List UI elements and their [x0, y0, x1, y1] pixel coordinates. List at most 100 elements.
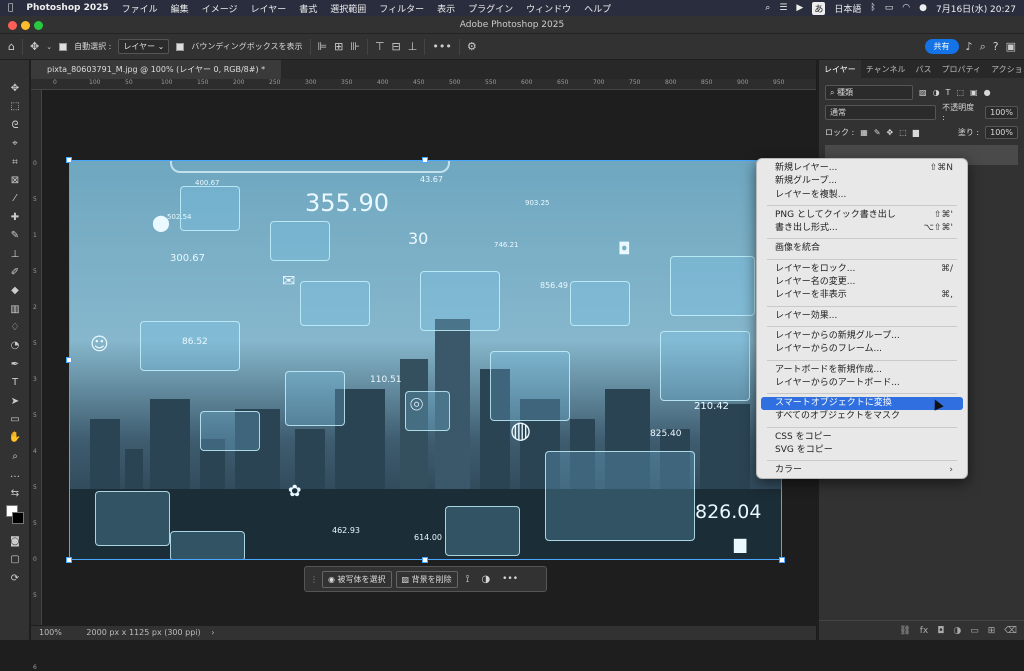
filter-smart-icon[interactable]: ▣	[970, 88, 978, 97]
context-menu-item[interactable]: すべてのオブジェクトをマスク	[761, 410, 963, 423]
share-button[interactable]: 共有	[924, 39, 959, 54]
search-icon[interactable]: ⌕	[765, 3, 770, 13]
drag-handle-icon[interactable]: ⋮	[310, 575, 318, 584]
search-icon[interactable]: ⌕	[980, 40, 986, 54]
transform-handle[interactable]	[422, 557, 428, 563]
chevron-down-icon[interactable]: ⌄	[46, 43, 52, 51]
context-menu-item[interactable]: レイヤーをロック... ⌘/	[761, 263, 963, 276]
fx-icon[interactable]: fx	[920, 626, 929, 636]
menu-item[interactable]: 選択範囲	[330, 2, 366, 15]
wifi-icon[interactable]: ◠	[902, 3, 910, 13]
eyedropper-tool-icon[interactable]: ⁄	[0, 190, 30, 208]
transform-handle[interactable]	[66, 557, 72, 563]
gradient-tool-icon[interactable]: ▥	[0, 301, 30, 319]
zoom-tool-icon[interactable]: ⌕	[0, 448, 30, 466]
rectangle-tool-icon[interactable]: ▭	[0, 411, 30, 429]
tab-properties[interactable]: プロパティ	[937, 60, 987, 78]
home-icon[interactable]: ⌂	[8, 40, 15, 53]
frame-tool-icon[interactable]: ⊠	[0, 172, 30, 190]
input-mode[interactable]: 日本語	[834, 2, 861, 15]
context-menu-item[interactable]: PNG としてクイック書き出し ⇧⌘'	[761, 209, 963, 222]
minimize-window-button[interactable]	[21, 21, 30, 30]
new-layer-icon[interactable]: ⊞	[988, 626, 996, 636]
swap-colors-icon[interactable]: ⇆	[0, 485, 30, 503]
mask-icon[interactable]: ◘	[937, 626, 944, 636]
type-tool-icon[interactable]: T	[0, 374, 30, 392]
transform-handle[interactable]	[779, 557, 785, 563]
transform-handle[interactable]	[422, 157, 428, 163]
trash-icon[interactable]: ⌫	[1004, 626, 1017, 636]
context-menu-item[interactable]: レイヤーを複製...	[761, 189, 963, 202]
stamp-tool-icon[interactable]: ⊥	[0, 246, 30, 264]
tab-channels[interactable]: チャンネル	[861, 60, 911, 78]
play-icon[interactable]: ▶	[796, 3, 803, 13]
menu-item[interactable]: イメージ	[202, 2, 238, 15]
lock-artboard-icon[interactable]: ⬚	[899, 128, 907, 137]
filter-adjust-icon[interactable]: ◑	[933, 88, 940, 97]
tab-layers[interactable]: レイヤー	[819, 60, 861, 78]
horizontal-ruler[interactable]: 0 100 50 100 150 200 250 300 350 400 450 500 550 600 6…	[31, 79, 816, 90]
context-menu-item[interactable]: レイヤー効果...	[761, 310, 963, 323]
brush-tool-icon[interactable]: ✎	[0, 227, 30, 245]
align-top-icon[interactable]: ⊤	[375, 40, 385, 53]
context-menu-item[interactable]: レイヤーからのフレーム...	[761, 343, 963, 356]
blend-mode-dropdown[interactable]: 通常	[825, 104, 937, 120]
color-swatches[interactable]	[0, 503, 29, 533]
apple-icon[interactable]: 	[8, 3, 13, 13]
vertical-ruler[interactable]: 051525354550556	[31, 90, 42, 671]
workspace-icon[interactable]: ▣	[1006, 40, 1016, 53]
tab-paths[interactable]: パス	[911, 60, 937, 78]
quick-mask-icon[interactable]: ◙	[0, 533, 30, 551]
adjustment-layer-icon[interactable]: ◑	[953, 626, 961, 636]
dodge-tool-icon[interactable]: ◔	[0, 337, 30, 355]
context-menu-item[interactable]: レイヤーを非表示 ⌘,	[761, 289, 963, 302]
chevron-right-icon[interactable]: ›	[211, 628, 214, 637]
eraser-tool-icon[interactable]: ◆	[0, 282, 30, 300]
quick-select-tool-icon[interactable]: ⌖	[0, 135, 30, 153]
transform-handle[interactable]	[66, 357, 72, 363]
context-menu-item[interactable]: レイヤーからのアートボード...	[761, 377, 963, 390]
screen-mode-icon[interactable]: ▢	[0, 551, 30, 569]
align-bottom-icon[interactable]: ⊥	[408, 40, 418, 53]
adjustment-icon[interactable]: ◑	[481, 574, 490, 585]
align-right-icon[interactable]: ⊪	[350, 40, 360, 53]
context-menu-item[interactable]: レイヤーからの新規グループ...	[761, 330, 963, 343]
menu-item[interactable]: 編集	[171, 2, 189, 15]
blur-tool-icon[interactable]: ♢	[0, 319, 30, 337]
link-icon[interactable]: ⛓	[899, 626, 910, 636]
filter-toggle-icon[interactable]: ●	[984, 88, 991, 97]
document-info[interactable]: 2000 px x 1125 px (300 ppi)	[86, 628, 200, 637]
input-source-badge[interactable]: あ	[812, 1, 826, 15]
help-icon[interactable]: ?	[993, 40, 999, 53]
generative-icon[interactable]: ⟳	[0, 570, 30, 588]
pen-tool-icon[interactable]: ✒	[0, 356, 30, 374]
context-menu-item[interactable]: 画像を統合	[761, 242, 963, 255]
context-menu-item[interactable]: 新規レイヤー... ⇧⌘N	[761, 162, 963, 175]
menu-item[interactable]: プラグイン	[468, 2, 513, 15]
move-tool-icon[interactable]: ✥	[30, 40, 39, 53]
tab-actions[interactable]: アクション	[986, 60, 1024, 78]
auto-select-checkbox[interactable]	[59, 42, 68, 51]
close-window-button[interactable]	[8, 21, 17, 30]
move-tool-icon[interactable]: ✥	[0, 80, 30, 98]
zoom-window-button[interactable]	[34, 21, 43, 30]
settings-gear-icon[interactable]: ⚙	[467, 40, 477, 53]
context-menu-item[interactable]: レイヤー名の変更...	[761, 276, 963, 289]
document-canvas[interactable]: 355.90 400.67 43.67 903.25 502.54 300.67…	[69, 160, 782, 560]
more-tools-icon[interactable]: …	[0, 466, 30, 484]
context-menu-item[interactable]: カラー ›	[761, 464, 963, 477]
lock-transparent-icon[interactable]: ▦	[860, 128, 868, 137]
clock[interactable]: 7月16日(水) 20:27	[936, 2, 1016, 15]
battery-icon[interactable]: ▭	[885, 3, 894, 13]
context-menu-item[interactable]: SVG をコピー	[761, 444, 963, 457]
align-center-icon[interactable]: ⊞	[334, 40, 343, 53]
context-menu-item[interactable]: 書き出し形式... ⌥⇧⌘'	[761, 222, 963, 235]
menu-item[interactable]: ヘルプ	[584, 2, 611, 15]
document-tab[interactable]: pixta_80603791_M.jpg @ 100% (レイヤー 0, RGB…	[31, 60, 281, 79]
path-select-tool-icon[interactable]: ➤	[0, 393, 30, 411]
folder-icon[interactable]: ▭	[970, 626, 979, 636]
healing-brush-tool-icon[interactable]: ✚	[0, 209, 30, 227]
context-menu-item[interactable]: アートボードを新規作成...	[761, 364, 963, 377]
filter-shape-icon[interactable]: ⬚	[956, 88, 964, 97]
bluetooth-icon[interactable]: ᛒ	[870, 3, 875, 13]
